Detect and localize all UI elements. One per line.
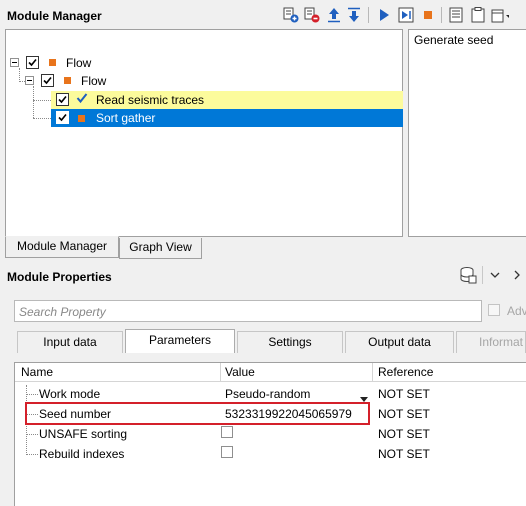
chevron-down-icon[interactable] xyxy=(489,269,501,284)
rebuild-indexes-checkbox[interactable] xyxy=(221,446,233,458)
column-header-reference[interactable]: Reference xyxy=(378,365,433,379)
sort-gather-checkbox[interactable] xyxy=(56,111,69,124)
tree-item-sort-gather[interactable]: Sort gather xyxy=(96,111,155,125)
move-up-icon[interactable] xyxy=(325,6,343,24)
help-text: Generate seed xyxy=(414,33,494,47)
collapse-icon[interactable] xyxy=(10,58,19,67)
read-traces-checkbox[interactable] xyxy=(56,93,69,106)
tab-input-data[interactable]: Input data xyxy=(17,331,123,353)
grid-header: Name Value Reference xyxy=(15,363,526,382)
toolbar-separator xyxy=(482,266,483,284)
column-divider xyxy=(220,363,221,382)
flow-checkbox[interactable] xyxy=(26,56,39,69)
tab-output-data[interactable]: Output data xyxy=(345,331,454,353)
database-icon[interactable] xyxy=(459,266,477,287)
orange-square-icon xyxy=(78,115,85,122)
tree-item-flow[interactable]: Flow xyxy=(81,74,106,88)
module-properties-title: Module Properties xyxy=(7,270,112,284)
add-module-icon[interactable] xyxy=(282,6,300,24)
property-name: UNSAFE sorting xyxy=(39,427,128,441)
tree-connector xyxy=(33,86,34,118)
run-step-icon[interactable] xyxy=(397,6,415,24)
toolbar-separator xyxy=(441,7,442,23)
tab-parameters[interactable]: Parameters xyxy=(125,329,235,353)
reference-value: NOT SET xyxy=(378,407,430,421)
tree-item-read-seismic-traces[interactable]: Read seismic traces xyxy=(96,93,204,107)
tree-item-flow[interactable]: Flow xyxy=(66,56,91,70)
manager-tab-bar: Module Manager Graph View xyxy=(0,236,526,259)
reference-value: NOT SET xyxy=(378,427,430,441)
advanced-label: Adv xyxy=(507,304,526,318)
module-manager-title: Module Manager xyxy=(7,9,102,23)
run-icon[interactable] xyxy=(375,6,393,24)
check-mark-icon xyxy=(76,92,88,107)
property-row[interactable]: Work mode Pseudo-random NOT SET xyxy=(15,384,526,404)
orange-square-icon xyxy=(49,59,56,66)
clipboard-icon[interactable] xyxy=(469,6,487,24)
tab-graph-view[interactable]: Graph View xyxy=(119,238,202,259)
search-property-input[interactable]: Search Property xyxy=(14,300,482,322)
column-header-value[interactable]: Value xyxy=(225,365,255,379)
reference-value: NOT SET xyxy=(378,387,430,401)
module-manager-header: Module Manager xyxy=(0,0,526,30)
stop-icon[interactable] xyxy=(419,6,437,24)
unsafe-sorting-checkbox[interactable] xyxy=(221,426,233,438)
list-icon[interactable] xyxy=(447,6,465,24)
collapse-icon[interactable] xyxy=(25,76,34,85)
column-header-name[interactable]: Name xyxy=(21,365,53,379)
property-row[interactable]: Rebuild indexes NOT SET xyxy=(15,444,526,464)
tab-settings[interactable]: Settings xyxy=(237,331,343,353)
property-name: Rebuild indexes xyxy=(39,447,125,461)
seed-number-callout xyxy=(25,402,370,425)
column-divider xyxy=(372,363,373,382)
chevron-right-icon[interactable] xyxy=(511,269,523,284)
reference-value: NOT SET xyxy=(378,447,430,461)
help-panel: Generate seed xyxy=(408,29,526,237)
search-placeholder: Search Property xyxy=(19,305,106,319)
orange-square-icon xyxy=(64,77,71,84)
tab-module-manager[interactable]: Module Manager xyxy=(5,236,119,258)
tab-information[interactable]: Informat xyxy=(456,331,526,353)
tree-connector xyxy=(19,68,20,80)
flow-checkbox[interactable] xyxy=(41,74,54,87)
window-menu-icon[interactable] xyxy=(491,6,509,24)
property-name: Work mode xyxy=(39,387,101,401)
module-tree: Flow Flow Read seismic traces Sort gathe… xyxy=(5,29,403,237)
advanced-checkbox[interactable] xyxy=(488,304,500,316)
property-grid: Name Value Reference Work mode Pseudo-ra… xyxy=(14,362,526,506)
move-down-icon[interactable] xyxy=(345,6,363,24)
toolbar-separator xyxy=(368,7,369,23)
property-row[interactable]: UNSAFE sorting NOT SET xyxy=(15,424,526,444)
work-mode-value[interactable]: Pseudo-random xyxy=(225,387,310,401)
remove-module-icon[interactable] xyxy=(303,6,321,24)
